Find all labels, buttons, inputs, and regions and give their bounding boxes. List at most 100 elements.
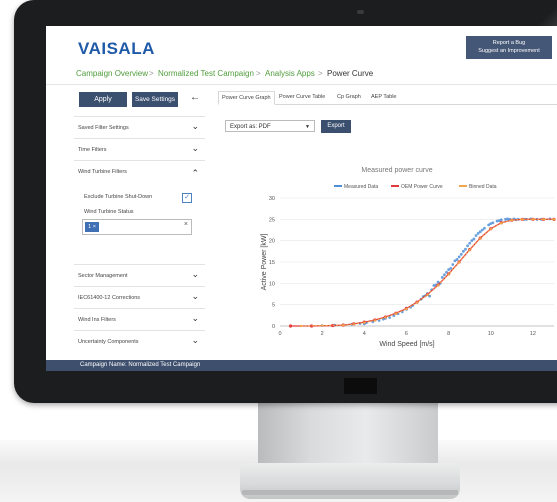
section-uncertainty-components[interactable]: Uncertainty Components ⌄ (74, 330, 205, 353)
chevron-down-icon: ⌄ (191, 313, 199, 323)
monitor-logo (344, 378, 377, 394)
brand-logo: VAISALA (78, 39, 155, 58)
x-tick-label: 10 (488, 331, 494, 337)
section-label: Uncertainty Components (78, 339, 139, 345)
tab-cp-graph[interactable]: Cp Graph (334, 91, 364, 103)
measured-data-point (480, 228, 484, 232)
binned-data-line (301, 218, 554, 327)
binned-data-point (320, 324, 324, 327)
caret-down-icon: ▼ (305, 124, 310, 130)
status-tag-value: 1 (88, 224, 92, 230)
y-tick-label: 0 (272, 324, 275, 330)
binned-data-point (384, 316, 387, 319)
x-tick-label: 8 (447, 331, 450, 337)
oem-power-curve-line (290, 218, 554, 327)
export-format-select[interactable]: Export as: PDF ▼ (225, 120, 315, 132)
apply-button[interactable]: Apply (79, 92, 127, 107)
clear-icon[interactable]: × (184, 221, 188, 228)
x-tick-label: 4 (363, 331, 366, 337)
section-time-filters[interactable]: Time Filters ⌄ (74, 138, 205, 161)
chevron-down-icon: ⌄ (191, 335, 199, 345)
section-label: IEC61400-12 Corrections (78, 295, 141, 301)
section-iec-corrections[interactable]: IEC61400-12 Corrections ⌄ (74, 286, 205, 309)
measured-data-point (443, 273, 446, 277)
y-tick-label: 25 (269, 217, 275, 223)
measured-data-point (489, 222, 493, 225)
measured-data-point (476, 232, 480, 235)
save-settings-button[interactable]: Save Settings (132, 92, 178, 107)
binned-data-point (436, 284, 440, 287)
measured-data-point (451, 263, 455, 266)
binned-data-point (363, 321, 366, 324)
binned-data-point (394, 312, 398, 315)
report-bug-label: Report a Bug (492, 40, 526, 46)
y-tick-label: 10 (269, 281, 275, 287)
binned-data-point (447, 273, 450, 276)
arrow-left-icon[interactable]: ← (190, 92, 200, 103)
app-screen: VAISALA Report a Bug Suggest an Improvem… (46, 26, 557, 371)
campaign-name-label: Campaign Name: Normalized Test Campaign (80, 362, 201, 368)
x-tick-label: 12 (530, 331, 536, 337)
y-tick-label: 15 (269, 260, 275, 266)
measured-data-point (464, 247, 467, 251)
binned-data-point (426, 293, 429, 297)
footer-bar: Campaign Name: Normalized Test Campaign (46, 360, 557, 371)
y-axis-label: Active Power [kW] (261, 234, 268, 291)
binned-data-point (552, 218, 556, 221)
binned-data-point (352, 323, 355, 326)
section-sector-management[interactable]: Sector Management ⌄ (74, 264, 205, 287)
oem-curve-point (288, 324, 293, 328)
chevron-down-icon: ⌄ (191, 291, 199, 301)
binned-data-point (299, 324, 303, 328)
measured-data-point (440, 275, 444, 279)
breadcrumb-campaign-overview[interactable]: Campaign Overview (76, 69, 148, 78)
main-panel: Power Curve Graph Power Curve Table Cp G… (218, 88, 557, 371)
measured-data-point (449, 267, 453, 270)
binned-data-point (479, 237, 482, 240)
chevron-down-icon: ⌄ (191, 121, 199, 131)
breadcrumb-separator: > (149, 69, 154, 78)
chart-title: Measured power curve (361, 167, 432, 174)
export-button[interactable]: Export (321, 120, 351, 133)
chevron-down-icon: ⌄ (191, 269, 199, 279)
binned-data-point (542, 218, 545, 221)
breadcrumb-separator: > (256, 69, 261, 78)
turbine-status-select[interactable]: 1 × × (82, 219, 192, 235)
breadcrumb-normalized-test-campaign[interactable]: Normalized Test Campaign (158, 69, 254, 78)
status-tag-remove-icon[interactable]: × (93, 224, 96, 230)
section-wind-turbine-filters[interactable]: Wind Turbine Filters ⌃ (74, 160, 205, 183)
monitor-stand-lip (242, 490, 458, 495)
section-label: Wind Ins Filters (78, 317, 116, 323)
binned-data-point (342, 323, 345, 327)
binned-data-point (531, 218, 535, 221)
binned-data-point (500, 221, 503, 225)
monitor-stand-neck (258, 403, 438, 467)
legend-item: Binned Data (469, 184, 497, 190)
breadcrumb: Campaign Overview > Normalized Test Camp… (46, 60, 557, 85)
tab-power-curve-graph[interactable]: Power Curve Graph (218, 91, 275, 105)
status-tag[interactable]: 1 × (85, 222, 99, 232)
section-wind-ins-filters[interactable]: Wind Ins Filters ⌄ (74, 308, 205, 331)
section-saved-filter-settings[interactable]: Saved Filter Settings ⌄ (74, 116, 205, 139)
breadcrumb-power-curve: Power Curve (327, 69, 374, 78)
power-curve-svg: Measured power curve Measured Data OEM Pow… (261, 167, 556, 348)
power-curve-chart: Measured power curve Measured Data OEM Pow… (218, 136, 557, 371)
breadcrumb-separator: > (318, 69, 323, 78)
y-tick-label: 20 (269, 239, 275, 245)
chevron-up-icon: ⌃ (191, 168, 199, 178)
report-bug-button[interactable]: Report a Bug Suggest an Improvement (466, 36, 552, 59)
exclude-shutdown-label: Exclude Turbine Shut-Down (84, 194, 153, 200)
x-tick-label: 6 (405, 331, 408, 337)
exclude-shutdown-checkbox[interactable]: ✓ (182, 193, 192, 203)
y-tick-label: 30 (269, 196, 275, 202)
x-axis-label: Wind Speed [m/s] (379, 341, 434, 348)
measured-data-point (474, 234, 478, 237)
tab-power-curve-table[interactable]: Power Curve Table (276, 91, 328, 103)
binned-data-point (415, 301, 419, 304)
measured-data-point (457, 255, 461, 259)
suggest-improvement-label: Suggest an Improvement (478, 48, 540, 54)
chevron-down-icon: ⌄ (191, 143, 199, 153)
measured-data-point (432, 284, 436, 287)
tab-aep-table[interactable]: AEP Table (368, 91, 399, 103)
breadcrumb-analysis-apps[interactable]: Analysis Apps (265, 69, 315, 78)
